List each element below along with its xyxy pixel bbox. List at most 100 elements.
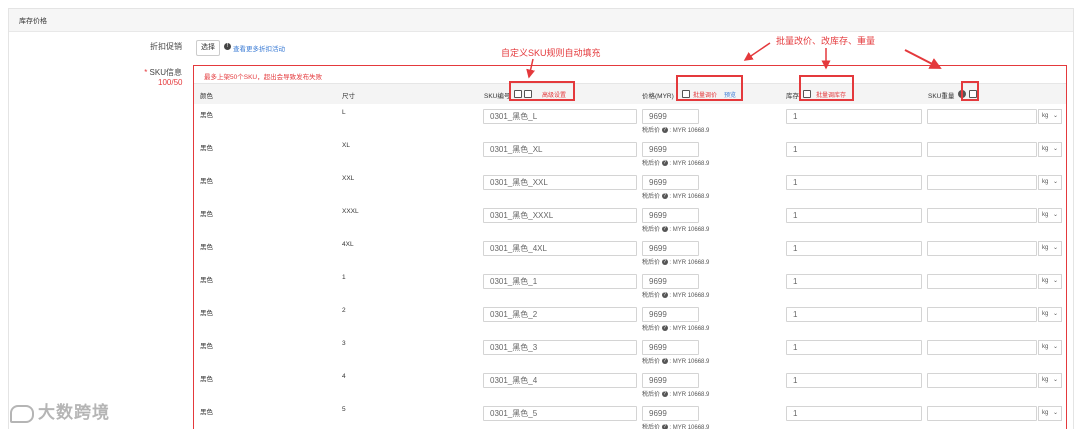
stock-input[interactable]: 1 (786, 175, 922, 190)
tax-label: 税后价 (642, 326, 661, 332)
stock-input[interactable]: 1 (786, 307, 922, 322)
after-tax-price: 税后价 ? : MYR 10668.9 (642, 193, 710, 200)
weight-input[interactable] (927, 142, 1037, 157)
price-input[interactable]: 9699 (642, 208, 699, 223)
view-more-discounts-link[interactable]: 查看更多折扣活动 (233, 43, 285, 53)
weight-input[interactable] (927, 307, 1037, 322)
price-input[interactable]: 9699 (642, 373, 699, 388)
weight-input[interactable] (927, 175, 1037, 190)
sku-code-input[interactable]: 0301_黑色_5 (483, 406, 637, 421)
row-size: 1 (342, 274, 346, 281)
chevron-down-icon: ⌄ (1052, 245, 1058, 251)
weight-unit-select[interactable]: kg ⌄ (1038, 175, 1062, 190)
weight-input[interactable] (927, 241, 1037, 256)
weight-input[interactable] (927, 406, 1037, 421)
after-tax-price: 税后价 ? : MYR 10668.9 (642, 226, 710, 233)
weight-unit-select[interactable]: kg ⌄ (1038, 241, 1062, 256)
sku-code-input[interactable]: 0301_黑色_3 (483, 340, 637, 355)
advanced-settings-link[interactable]: 高级设置 (542, 90, 566, 99)
after-tax-price: 税后价 ? : MYR 10668.9 (642, 160, 710, 167)
unit-value: kg (1042, 179, 1049, 185)
tax-value: MYR 10668.9 (672, 161, 710, 167)
sku-code-input[interactable]: 0301_黑色_4 (483, 373, 637, 388)
weight-input[interactable] (927, 208, 1037, 223)
sku-code-input[interactable]: 0301_黑色_2 (483, 307, 637, 322)
price-input[interactable]: 9699 (642, 109, 699, 124)
col-price: 价格(MYR) (642, 93, 674, 100)
tax-label: 税后价 (642, 425, 661, 429)
weight-unit-select[interactable]: kg ⌄ (1038, 340, 1062, 355)
sku-code-input[interactable]: 0301_黑色_XXXL (483, 208, 637, 223)
col-sku-code: SKU编号 (484, 93, 511, 100)
price-input[interactable]: 9699 (642, 307, 699, 322)
weight-input[interactable] (927, 109, 1037, 124)
weight-unit-select[interactable]: kg ⌄ (1038, 406, 1062, 421)
help-icon: ? (661, 325, 668, 332)
col-stock: 库存 (786, 93, 799, 100)
stock-input[interactable]: 1 (786, 241, 922, 256)
weight-unit-select[interactable]: kg ⌄ (1038, 142, 1062, 157)
weight-unit-select[interactable]: kg ⌄ (1038, 208, 1062, 223)
stock-input[interactable]: 1 (786, 406, 922, 421)
watermark-text: 大数跨境 (38, 403, 110, 422)
stock-input[interactable]: 1 (786, 274, 922, 289)
sku-info-text: SKU信息 (149, 68, 182, 77)
chevron-down-icon: ⌄ (1052, 344, 1058, 350)
row-color: 黑色 (200, 211, 213, 218)
table-row: 黑色 5 0301_黑色_5 9699 税后价 ? : MYR 10668.9 1 kg ⌄ (194, 401, 1066, 429)
stock-input[interactable]: 1 (786, 340, 922, 355)
weight-unit-select[interactable]: kg ⌄ (1038, 373, 1062, 388)
sku-code-input[interactable]: 0301_黑色_XL (483, 142, 637, 157)
price-input[interactable]: 9699 (642, 406, 699, 421)
price-input[interactable]: 9699 (642, 241, 699, 256)
row-size: XXL (342, 175, 355, 182)
help-icon: ? (661, 259, 668, 266)
stock-input[interactable]: 1 (786, 109, 922, 124)
tax-value: MYR 10668.9 (672, 194, 710, 200)
weight-unit-select[interactable]: kg ⌄ (1038, 307, 1062, 322)
help-icon: ? (661, 127, 668, 134)
after-tax-price: 税后价 ? : MYR 10668.9 (642, 292, 710, 299)
sku-code-input[interactable]: 0301_黑色_4XL (483, 241, 637, 256)
price-input[interactable]: 9699 (642, 340, 699, 355)
sku-code-input[interactable]: 0301_黑色_L (483, 109, 637, 124)
table-row: 黑色 1 0301_黑色_1 9699 税后价 ? : MYR 10668.9 1 kg ⌄ (194, 269, 1066, 303)
weight-input[interactable] (927, 274, 1037, 289)
weight-unit-select[interactable]: kg ⌄ (1038, 109, 1062, 124)
tax-label: 税后价 (642, 293, 661, 299)
chevron-down-icon: ⌄ (1052, 179, 1058, 185)
section-title: 库存价格 (19, 18, 47, 25)
row-size: 3 (342, 340, 346, 347)
batch-stock-link[interactable]: 批量调库存 (816, 90, 846, 99)
select-discount-button[interactable]: 选择 (196, 40, 220, 56)
stock-input[interactable]: 1 (786, 373, 922, 388)
price-input[interactable]: 9699 (642, 142, 699, 157)
table-row: 黑色 4 0301_黑色_4 9699 税后价 ? : MYR 10668.9 1 kg ⌄ (194, 368, 1066, 402)
copy-icon[interactable] (514, 90, 522, 98)
stock-input[interactable]: 1 (786, 142, 922, 157)
copy-icon[interactable] (969, 90, 977, 98)
copy-icon[interactable] (803, 90, 811, 98)
help-icon (958, 90, 966, 98)
copy-icon[interactable] (682, 90, 690, 98)
copy-icon[interactable] (524, 90, 532, 98)
weight-input[interactable] (927, 340, 1037, 355)
weight-input[interactable] (927, 373, 1037, 388)
tax-label: 税后价 (642, 359, 661, 365)
sku-code-input[interactable]: 0301_黑色_XXL (483, 175, 637, 190)
preview-link[interactable]: 预览 (724, 90, 736, 99)
row-size: 4XL (342, 241, 354, 248)
price-input[interactable]: 9699 (642, 274, 699, 289)
table-row: 黑色 L 0301_黑色_L 9699 税后价 ? : MYR 10668.9 1 kg ⌄ (194, 104, 1066, 138)
price-input[interactable]: 9699 (642, 175, 699, 190)
chevron-down-icon: ⌄ (1052, 377, 1058, 383)
help-icon: ? (661, 193, 668, 200)
weight-unit-select[interactable]: kg ⌄ (1038, 274, 1062, 289)
unit-value: kg (1042, 278, 1049, 284)
unit-value: kg (1042, 410, 1049, 416)
batch-price-link[interactable]: 批量调价 (693, 90, 717, 99)
stock-input[interactable]: 1 (786, 208, 922, 223)
col-color: 颜色 (200, 93, 213, 100)
sku-code-input[interactable]: 0301_黑色_1 (483, 274, 637, 289)
tax-label: 税后价 (642, 392, 661, 398)
